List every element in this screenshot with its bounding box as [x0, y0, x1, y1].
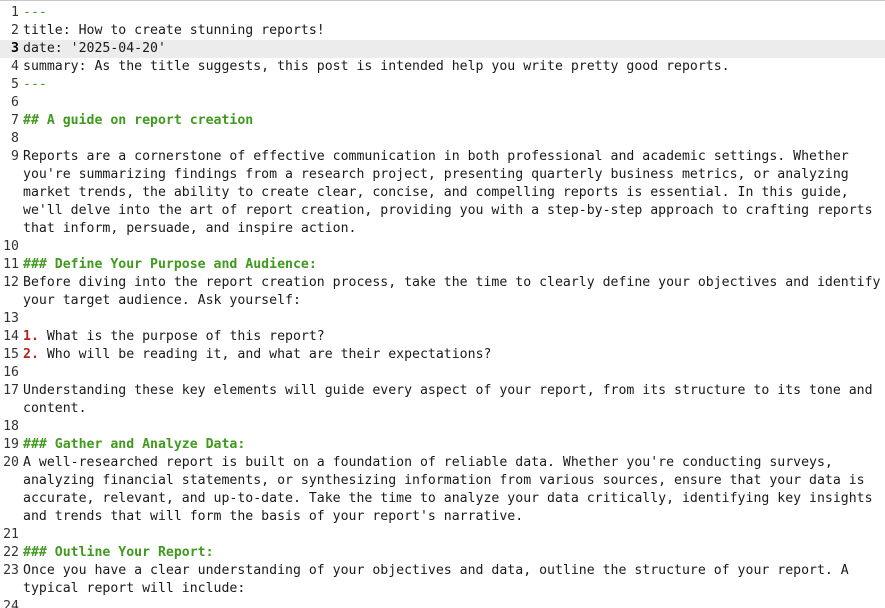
line-text[interactable] [23, 418, 885, 436]
line-content: summary: As the title suggests, this pos… [23, 59, 730, 74]
line-number: 1 [11, 5, 19, 20]
line-text[interactable] [23, 238, 885, 256]
line-number: 22 [3, 545, 19, 560]
line-content: Once you have a clear understanding of y… [23, 563, 857, 596]
line-number: 4 [11, 59, 19, 74]
text-editor[interactable]: 1 --- 2 title: How to create stunning repor… [0, 0, 885, 608]
list-item-text: What is the purpose of this report? [38, 329, 325, 344]
line-number: 16 [3, 365, 19, 380]
markdown-heading: ### Define Your Purpose and Audience: [23, 257, 317, 272]
line-content: Understanding these key elements will gu… [23, 383, 881, 416]
editor-line[interactable]: 24 [0, 598, 885, 608]
line-content: date: '2025-04-20' [23, 41, 166, 56]
editor-line[interactable]: 14 1. What is the purpose of this report? [0, 328, 885, 346]
line-number: 11 [3, 257, 19, 272]
editor-line[interactable]: 16 [0, 364, 885, 382]
line-number: 10 [3, 239, 19, 254]
line-number: 7 [11, 113, 19, 128]
editor-line[interactable]: 20 A well-researched report is built on a… [0, 454, 885, 526]
line-text[interactable] [23, 310, 885, 328]
editor-line[interactable]: 23 Once you have a clear understanding of… [0, 562, 885, 598]
line-text[interactable]: date: '2025-04-20' [23, 40, 885, 58]
line-number: 2 [11, 23, 19, 38]
line-number: 18 [3, 419, 19, 434]
editor-line[interactable]: 2 title: How to create stunning reports! [0, 22, 885, 40]
editor-line[interactable]: 4 summary: As the title suggests, this po… [0, 58, 885, 76]
line-text[interactable] [23, 130, 885, 148]
line-content: title: How to create stunning reports! [23, 23, 325, 38]
editor-line[interactable]: 9 Reports are a cornerstone of effective … [0, 148, 885, 238]
markdown-heading: ### Outline Your Report: [23, 545, 214, 560]
line-number: 21 [3, 527, 19, 542]
editor-line[interactable]: 11 ### Define Your Purpose and Audience: [0, 256, 885, 274]
line-text[interactable]: 2. Who will be reading it, and what are … [23, 346, 885, 364]
line-number: 20 [3, 455, 19, 470]
line-text[interactable] [23, 94, 885, 112]
line-number: 14 [3, 329, 19, 344]
frontmatter-delimiter: --- [23, 77, 47, 92]
line-text[interactable] [23, 598, 885, 608]
list-marker: 2. [23, 347, 39, 362]
list-marker: 1. [23, 329, 39, 344]
line-number: 8 [11, 131, 19, 146]
editor-line[interactable]: 21 [0, 526, 885, 544]
line-text[interactable]: ### Define Your Purpose and Audience: [23, 256, 885, 274]
line-text[interactable]: --- [23, 4, 885, 22]
line-text[interactable]: Before diving into the report creation p… [23, 274, 885, 310]
list-item-text: Who will be reading it, and what are the… [38, 347, 492, 362]
editor-line[interactable]: 10 [0, 238, 885, 256]
editor-line[interactable]: 1 --- [0, 4, 885, 22]
line-content: Before diving into the report creation p… [23, 275, 881, 308]
frontmatter-delimiter: --- [23, 5, 47, 20]
editor-line[interactable]: 15 2. Who will be reading it, and what ar… [0, 346, 885, 364]
editor-line[interactable]: 19 ### Gather and Analyze Data: [0, 436, 885, 454]
line-text[interactable] [23, 526, 885, 544]
markdown-heading: ## A guide on report creation [23, 113, 254, 128]
line-number: 23 [3, 563, 19, 578]
editor-line[interactable]: 13 [0, 310, 885, 328]
line-text[interactable]: 1. What is the purpose of this report? [23, 328, 885, 346]
editor-line[interactable]: 18 [0, 418, 885, 436]
line-number: 19 [3, 437, 19, 452]
line-text[interactable]: title: How to create stunning reports! [23, 22, 885, 40]
line-text[interactable]: ## A guide on report creation [23, 112, 885, 130]
line-text[interactable]: --- [23, 76, 885, 94]
line-content: A well-researched report is built on a f… [23, 455, 881, 524]
line-content: Reports are a cornerstone of effective c… [23, 149, 881, 236]
line-text[interactable]: ### Gather and Analyze Data: [23, 436, 885, 454]
line-number: 17 [3, 383, 19, 398]
line-number: 12 [3, 275, 19, 290]
editor-line[interactable]: 12 Before diving into the report creation… [0, 274, 885, 310]
line-text[interactable]: Once you have a clear understanding of y… [23, 562, 885, 598]
editor-line[interactable]: 5 --- [0, 76, 885, 94]
editor-line[interactable]: 7 ## A guide on report creation [0, 112, 885, 130]
line-number: 6 [11, 95, 19, 110]
line-text[interactable]: Understanding these key elements will gu… [23, 382, 885, 418]
editor-line[interactable]: 6 [0, 94, 885, 112]
editor-line[interactable]: 17 Understanding these key elements will … [0, 382, 885, 418]
line-number: 13 [3, 311, 19, 326]
line-number: 3 [11, 41, 19, 56]
editor-line[interactable]: 22 ### Outline Your Report: [0, 544, 885, 562]
line-number: 5 [11, 77, 19, 92]
line-number: 9 [11, 149, 19, 164]
line-text[interactable]: ### Outline Your Report: [23, 544, 885, 562]
line-number: 15 [3, 347, 19, 362]
editor-lines[interactable]: 1 --- 2 title: How to create stunning repor… [0, 4, 885, 608]
line-text[interactable]: Reports are a cornerstone of effective c… [23, 148, 885, 238]
line-text[interactable]: summary: As the title suggests, this pos… [23, 58, 885, 76]
editor-line[interactable]: 8 [0, 130, 885, 148]
editor-line-current[interactable]: 3 date: '2025-04-20' [0, 40, 885, 58]
line-text[interactable] [23, 364, 885, 382]
line-text[interactable]: A well-researched report is built on a f… [23, 454, 885, 526]
line-number: 24 [3, 599, 19, 608]
markdown-heading: ### Gather and Analyze Data: [23, 437, 246, 452]
